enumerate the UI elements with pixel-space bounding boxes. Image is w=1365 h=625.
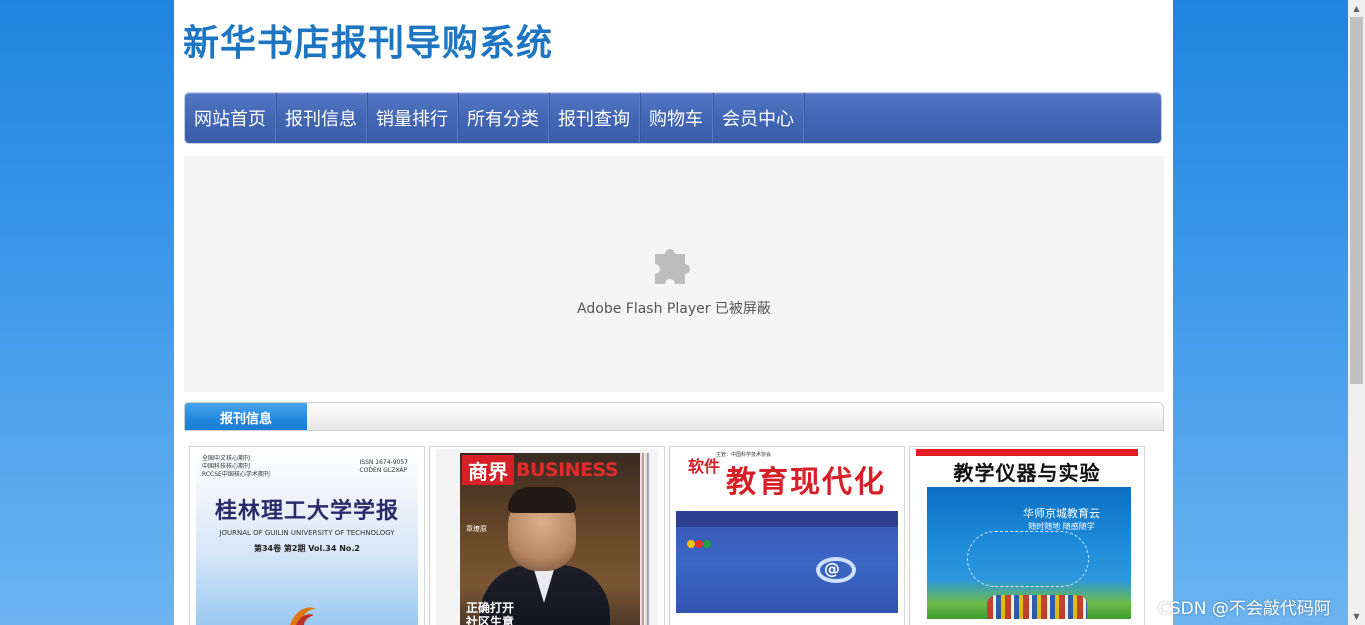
site-title: 新华书店报刊导购系统: [183, 23, 554, 64]
vertical-scrollbar[interactable]: ▲ ▼: [1348, 0, 1365, 625]
tab-periodicals[interactable]: 报刊信息: [185, 403, 307, 430]
cover-title: 桂林理工大学学报: [214, 498, 399, 524]
cover-text: RCCSE中国核心学术期刊: [202, 471, 270, 478]
cover-text: 华师京城教育云: [1023, 507, 1100, 520]
cover-illustration: 华师京城教育云 随时随地 随感随学: [927, 487, 1131, 619]
cover-contents-band: [676, 511, 898, 527]
book-card[interactable]: 全国中文核心期刊 中国科技核心期刊 RCCSE中国核心学术期刊 ISSN 167…: [189, 446, 425, 625]
book-cover-image[interactable]: 教学仪器与实验 华师京城教育云 随时随地 随感随学: [916, 449, 1138, 625]
book-cover-image[interactable]: 全国中文核心期刊 中国科技核心期刊 RCCSE中国核心学术期刊 ISSN 167…: [196, 449, 418, 625]
cover-title: 教育现代化: [726, 465, 886, 500]
cover-issn: ISSN 1674-9057 CODEN GLZXAP: [360, 459, 409, 475]
cover-text: 正确打开: [466, 601, 515, 615]
nav-item-categories[interactable]: 所有分类: [458, 93, 549, 143]
cover-text: ISSN 1674-9057: [359, 459, 409, 466]
book-cover-image[interactable]: 主管：中国科学技术协会 软件 教育现代化 @: [676, 449, 898, 625]
scrollbar-thumb[interactable]: [1350, 17, 1363, 384]
cloud-doodle: [967, 531, 1089, 587]
cover-masthead: 商界: [462, 455, 514, 485]
cover-text: 社区生意: [466, 615, 515, 625]
cover-text: CODEN GLZXAP: [359, 467, 408, 474]
cover-person-hair: [508, 487, 576, 513]
book-card[interactable]: 教学仪器与实验 华师京城教育云 随时随地 随感随学: [909, 446, 1145, 625]
cover-volume: 第34卷 第2期 Vol.34 No.2: [253, 544, 360, 553]
cover-subtitle: JOURNAL OF GUILIN UNIVERSITY OF TECHNOLO…: [219, 529, 395, 537]
nav-item-cart[interactable]: 购物车: [640, 93, 713, 143]
scroll-up-arrow-icon[interactable]: ▲: [1348, 0, 1365, 17]
nav-item-home[interactable]: 网站首页: [185, 93, 276, 143]
nav-item-search[interactable]: 报刊查询: [549, 93, 640, 143]
cover-text: 全国中文核心期刊: [202, 455, 251, 462]
nav-item-sales-ranking[interactable]: 销量排行: [367, 93, 458, 143]
cover-top-bar: [916, 449, 1138, 456]
csdn-watermark: CSDN @不会敲代码阿: [1158, 599, 1331, 619]
flash-blocked-message: Adobe Flash Player 已被屏蔽: [577, 301, 771, 317]
cover-person-name: 章燎原: [466, 525, 487, 533]
cover-headline: 正确打开 社区生意: [466, 601, 514, 625]
children-group: [987, 595, 1087, 619]
puzzle-icon: [655, 249, 690, 284]
colored-dots-icon: [687, 540, 711, 548]
cover-brand: BUSINESS: [516, 459, 619, 481]
cover-text: 中国科技核心期刊: [202, 463, 251, 470]
scroll-down-arrow-icon[interactable]: ▼: [1348, 608, 1365, 625]
nav-item-periodicals[interactable]: 报刊信息: [276, 93, 367, 143]
at-sign-icon: @: [824, 559, 840, 578]
cover-prefix: 软件: [688, 457, 721, 476]
book-card[interactable]: 主管：中国科学技术协会 软件 教育现代化 @: [669, 446, 905, 625]
nav-item-member-center[interactable]: 会员中心: [713, 93, 804, 143]
cover-footer: [676, 613, 898, 625]
page-container: 新华书店报刊导购系统 网站首页 报刊信息 销量排行 所有分类 报刊查询 购物车 …: [174, 0, 1173, 625]
cover-title: 教学仪器与实验: [953, 461, 1101, 485]
main-nav: 网站首页 报刊信息 销量排行 所有分类 报刊查询 购物车 会员中心: [184, 92, 1162, 144]
book-cover-image[interactable]: 商界 BUSINESS 章燎原 正确打开 社区生意: [436, 449, 658, 625]
cover-headline: 华师京城教育云 随时随地 随感随学: [1023, 507, 1100, 533]
magazine-stack: [640, 453, 650, 625]
university-logo-icon: [290, 607, 316, 625]
magazine-cover: 商界 BUSINESS 章燎原 正确打开 社区生意: [460, 453, 642, 625]
flash-placeholder[interactable]: Adobe Flash Player 已被屏蔽: [184, 156, 1164, 392]
section-tabbar: 报刊信息: [184, 402, 1164, 431]
cover-masthead: 全国中文核心期刊 中国科技核心期刊 RCCSE中国核心学术期刊: [202, 455, 270, 479]
cover-text: 随时随地 随感随学: [1028, 522, 1095, 531]
book-card[interactable]: 商界 BUSINESS 章燎原 正确打开 社区生意: [429, 446, 665, 625]
